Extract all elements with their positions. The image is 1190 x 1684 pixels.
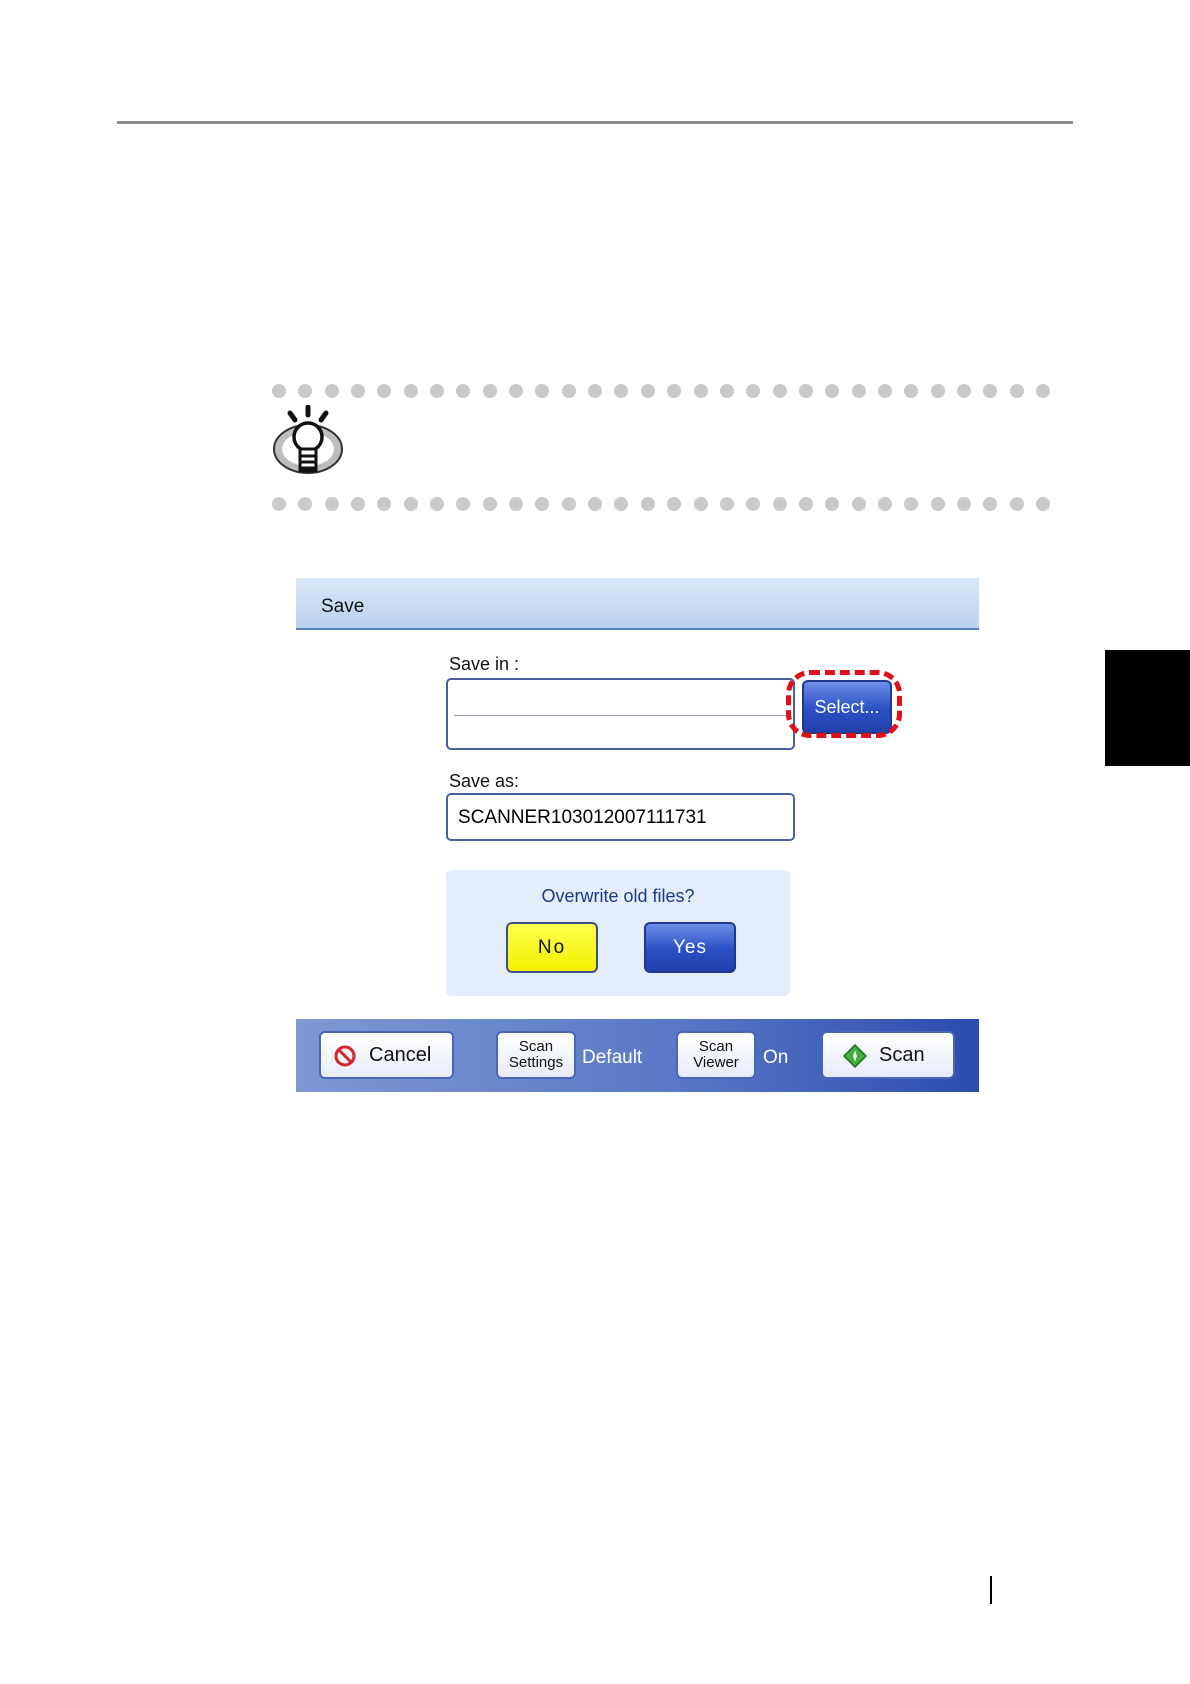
hint-top-divider <box>272 384 1050 398</box>
scan-settings-button[interactable]: Scan Settings <box>496 1031 576 1079</box>
save-in-underline <box>454 715 787 716</box>
cancel-button-label: Cancel <box>369 1044 432 1066</box>
save-as-label: Save as: <box>449 771 520 791</box>
scan-viewer-value: On <box>763 1047 789 1068</box>
chapter-side-tab <box>1105 650 1190 766</box>
overwrite-no-button[interactable]: No <box>506 922 598 973</box>
scan-button[interactable]: Scan <box>821 1031 955 1079</box>
select-button-highlight <box>786 670 902 738</box>
scan-settings-label-line2: Settings <box>508 1054 564 1071</box>
scan-viewer-label-line2: Viewer <box>693 1054 739 1071</box>
scan-viewer-label-line1: Scan <box>698 1038 734 1055</box>
save-dialog-screenshot: Save Save in : Select... Save as: SCANNE… <box>296 578 979 1092</box>
save-in-label: Save in : <box>449 654 520 674</box>
cancel-button[interactable]: Cancel <box>319 1031 454 1079</box>
scan-diamond-icon <box>843 1044 867 1068</box>
hint-bottom-divider <box>272 497 1050 511</box>
overwrite-panel: Overwrite old files? No Yes <box>446 870 790 996</box>
dialog-title-bar: Save <box>296 578 979 630</box>
hint-lightbulb-icon <box>273 405 343 474</box>
save-as-value: SCANNER103012007111731 <box>458 807 707 828</box>
overwrite-question: Overwrite old files? <box>541 886 695 906</box>
bottom-toolbar: Cancel Scan Settings Default Scan Viewer… <box>296 1019 979 1092</box>
scan-viewer-button[interactable]: Scan Viewer <box>676 1031 756 1079</box>
page-number-rule <box>990 1576 992 1604</box>
save-in-field[interactable] <box>446 678 795 750</box>
header-rule <box>117 121 1073 124</box>
dialog-title: Save <box>321 596 365 617</box>
scan-settings-label-line1: Scan <box>518 1038 554 1055</box>
scan-button-label: Scan <box>879 1044 925 1066</box>
scan-settings-value: Default <box>582 1047 643 1068</box>
save-as-field[interactable]: SCANNER103012007111731 <box>446 793 795 841</box>
prohibited-icon <box>334 1045 356 1067</box>
overwrite-yes-button[interactable]: Yes <box>644 922 736 973</box>
